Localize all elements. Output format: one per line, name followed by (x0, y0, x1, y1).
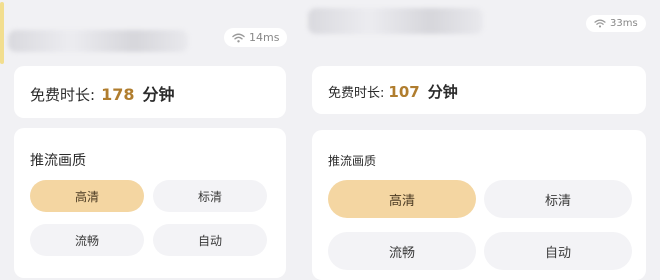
blurred-username (308, 8, 483, 34)
free-time-label: 免费时长: (30, 86, 96, 104)
ping-badge: 33ms (586, 15, 646, 32)
stream-quality-card: 推流画质 高清 标清 流畅 自动 (312, 130, 646, 280)
quality-option-hd[interactable]: 高清 (328, 180, 476, 218)
free-time-unit: 分钟 (142, 85, 175, 104)
quality-option-auto[interactable]: 自动 (153, 224, 267, 256)
free-time-value: 178 (101, 85, 135, 104)
free-time-unit: 分钟 (427, 83, 458, 101)
quality-option-auto[interactable]: 自动 (484, 232, 632, 270)
stream-quality-card: 推流画质 高清 标清 流畅 自动 (14, 128, 286, 278)
wifi-icon (594, 19, 606, 28)
blurred-username (8, 30, 188, 52)
free-time-value: 107 (388, 83, 420, 101)
ping-value: 14ms (249, 31, 280, 44)
free-time-card: 免费时长: 178 分钟 (14, 66, 286, 118)
free-time-label: 免费时长: (328, 86, 385, 101)
quality-option-smooth[interactable]: 流畅 (328, 232, 476, 270)
right-screen: 33ms 免费时长: 107 分钟 推流画质 高清 标清 流畅 自动 (300, 0, 660, 280)
accent-bar (0, 2, 4, 64)
stream-quality-title: 推流画质 (30, 153, 86, 169)
free-time-card: 免费时长: 107 分钟 (312, 66, 646, 114)
ping-value: 33ms (610, 18, 638, 29)
quality-option-hd[interactable]: 高清 (30, 180, 144, 212)
ping-badge: 14ms (224, 28, 288, 47)
quality-option-sd[interactable]: 标清 (484, 180, 632, 218)
quality-option-smooth[interactable]: 流畅 (30, 224, 144, 256)
quality-option-sd[interactable]: 标清 (153, 180, 267, 212)
stream-quality-title: 推流画质 (328, 154, 377, 168)
left-screen: 14ms 免费时长: 178 分钟 推流画质 高清 标清 流畅 自动 (0, 0, 300, 278)
wifi-icon (232, 33, 245, 43)
